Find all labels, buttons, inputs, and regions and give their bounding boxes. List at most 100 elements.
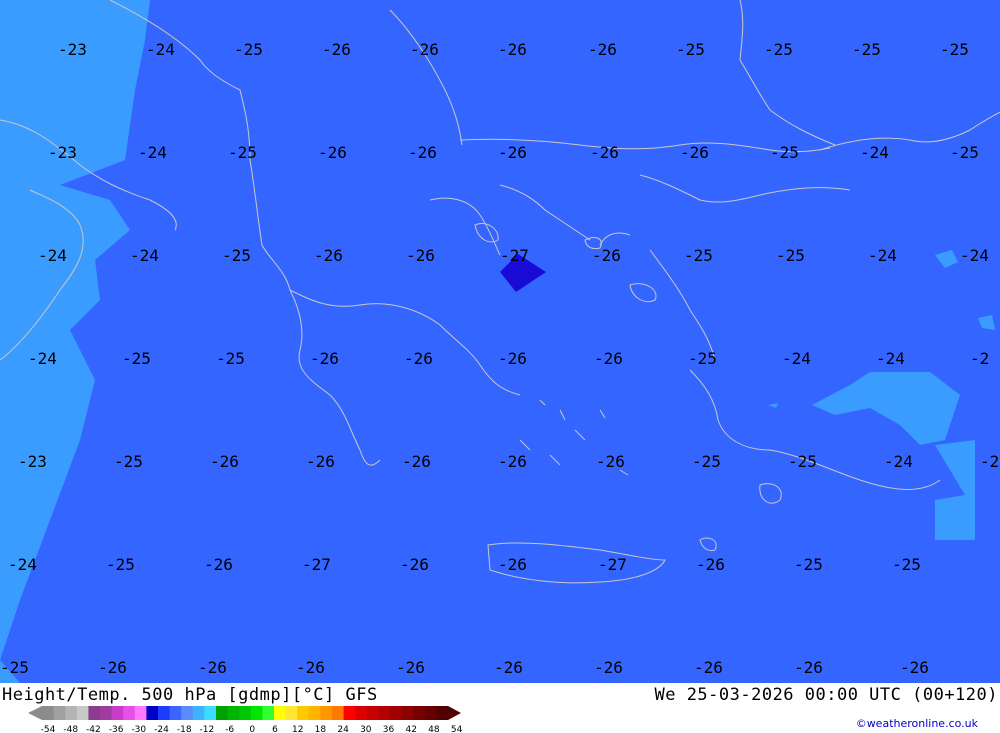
color-scale-swatch (65, 706, 78, 720)
color-scale-swatch (436, 706, 449, 720)
temperature-label: -24 (28, 349, 57, 368)
color-scale-swatch (343, 706, 356, 720)
color-scale-swatch (181, 706, 194, 720)
temperature-label: -24 (868, 246, 897, 265)
color-scale-swatch (192, 706, 205, 720)
weather-map: -23 -24 -25 -26 -26 -26 -26 -25 -25 -25 -25 -23 -24 -… (0, 0, 1000, 683)
temperature-label: -26 (404, 349, 433, 368)
temperature-label: -26 (592, 246, 621, 265)
color-scale-swatch (262, 706, 275, 720)
temperature-label: -26 (696, 555, 725, 574)
temperature-label: -27 (500, 246, 529, 265)
temperature-label: -27 (598, 555, 627, 574)
temperature-label: -26 (322, 40, 351, 59)
temperature-label: -25 (688, 349, 717, 368)
temperature-label: -25 (788, 452, 817, 471)
color-scale-swatch (297, 706, 310, 720)
color-scale-swatch (111, 706, 124, 720)
temperature-label: -26 (498, 555, 527, 574)
color-scale-swatch (308, 706, 321, 720)
color-scale-left-arrow (28, 706, 42, 720)
color-scale-swatch (123, 706, 136, 720)
color-scale-swatch (250, 706, 263, 720)
color-scale-tick-label: 42 (405, 725, 416, 733)
color-scale-tick-label: -12 (200, 725, 215, 733)
temperature-label: -24 (960, 246, 989, 265)
color-scale-swatch (239, 706, 252, 720)
temperature-label: -25 (950, 143, 979, 162)
temperature-label: -26 (498, 349, 527, 368)
color-scale-tick-label: -36 (109, 725, 124, 733)
color-scale-swatch (88, 706, 101, 720)
temperature-label: -26 (590, 143, 619, 162)
temperature-label: -26 (402, 452, 431, 471)
temperature-label: -26 (498, 143, 527, 162)
color-scale-tick-label: -54 (41, 725, 56, 733)
color-scale-swatch (146, 706, 159, 720)
color-scale-tick-label: 12 (292, 725, 303, 733)
temperature-label: -23 (48, 143, 77, 162)
temperature-label: -26 (900, 658, 929, 677)
color-scale-swatch (216, 706, 229, 720)
temperature-label: -26 (494, 658, 523, 677)
temperature-label: -24 (138, 143, 167, 162)
temperature-label: -24 (146, 40, 175, 59)
temperature-label: -25 (892, 555, 921, 574)
temperature-label: -26 (594, 349, 623, 368)
temperature-label: -26 (498, 452, 527, 471)
temperature-label: -26 (408, 143, 437, 162)
color-scale-tick-label: 6 (272, 725, 278, 733)
temperature-label: -27 (302, 555, 331, 574)
temperature-label: -25 (852, 40, 881, 59)
temperature-label: -24 (8, 555, 37, 574)
temperature-label: -26 (314, 246, 343, 265)
color-scale-swatch (169, 706, 182, 720)
temperature-label: -25 (770, 143, 799, 162)
temperature-label: -24 (38, 246, 67, 265)
temperature-label: -25 (228, 143, 257, 162)
temperature-label: -25 (114, 452, 143, 471)
color-scale-swatch (100, 706, 113, 720)
temperature-label: -25 (794, 555, 823, 574)
temperature-label: -24 (884, 452, 913, 471)
temperature-label: -26 (596, 452, 625, 471)
temperature-label: -26 (794, 658, 823, 677)
color-scale-swatch (332, 706, 345, 720)
temperature-label: -2 (980, 452, 999, 471)
map-canvas: -23 -24 -25 -26 -26 -26 -26 -25 -25 -25 -25 -23 -24 -… (0, 0, 1000, 683)
color-scale-swatch (401, 706, 414, 720)
color-scale-swatch (378, 706, 391, 720)
color-scale-tick-label: 18 (315, 725, 327, 733)
temperature-label: -25 (216, 349, 245, 368)
temperature-label: -24 (876, 349, 905, 368)
temperature-label: -26 (680, 143, 709, 162)
color-scale-tick-label: -6 (225, 725, 234, 733)
temperature-label: -25 (0, 658, 29, 677)
color-scale-tick-label: -30 (131, 725, 146, 733)
color-scale-swatch (42, 706, 55, 720)
color-scale-swatch (76, 706, 89, 720)
color-scale-right-arrow (448, 706, 461, 720)
color-scale-tick-label: 24 (337, 725, 349, 733)
color-scale-tick-label: -24 (154, 725, 169, 733)
color-scale-swatch (424, 706, 437, 720)
credit-link[interactable]: ©weatheronline.co.uk (856, 717, 978, 730)
temperature-label: -25 (106, 555, 135, 574)
color-scale-ticks: -54 -48 -42 -36 -30 -24 -18 -12 -6 0 6 12 18 24 30 36 42… (41, 725, 463, 733)
color-scale-swatch (274, 706, 287, 720)
temperature-label: -23 (18, 452, 47, 471)
temperature-label: -25 (776, 246, 805, 265)
temperature-label: -25 (692, 452, 721, 471)
temperature-field-main (0, 0, 1000, 683)
color-scale-tick-label: 36 (383, 725, 395, 733)
temperature-label: -26 (406, 246, 435, 265)
color-scale-swatch (390, 706, 403, 720)
temperature-label: -25 (684, 246, 713, 265)
temperature-label: -23 (58, 40, 87, 59)
color-scale-swatch (355, 706, 368, 720)
temperature-label: -26 (694, 658, 723, 677)
color-scale-swatches (28, 706, 461, 720)
color-scale-tick-label: 30 (360, 725, 372, 733)
temperature-label: -26 (400, 555, 429, 574)
temperature-label: -25 (676, 40, 705, 59)
